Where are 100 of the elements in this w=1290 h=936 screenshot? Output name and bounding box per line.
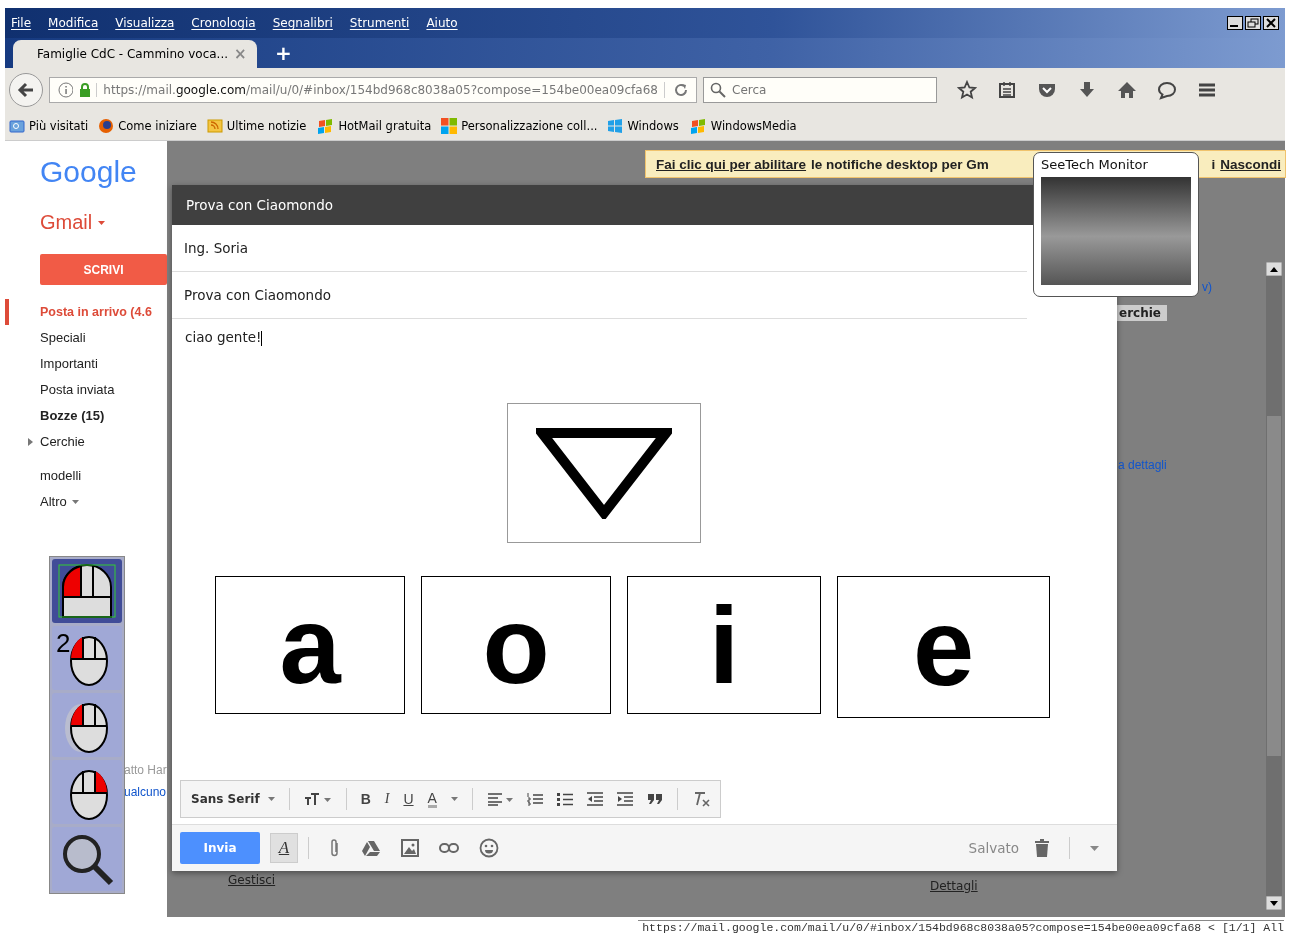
bookmark-item[interactable]: Personalizzazione coll... bbox=[441, 118, 598, 134]
letter-key[interactable]: a bbox=[215, 576, 405, 714]
scrollbar[interactable] bbox=[1266, 262, 1282, 910]
align-icon[interactable] bbox=[486, 792, 513, 806]
background-text: ualcuno bbox=[124, 785, 167, 799]
key-tile[interactable] bbox=[507, 403, 701, 543]
scroll-up-icon[interactable] bbox=[1266, 262, 1282, 276]
background-text: Gestisci bbox=[228, 873, 276, 887]
drive-icon[interactable] bbox=[361, 839, 381, 857]
google-logo: Google bbox=[40, 155, 137, 189]
triangle-icon bbox=[536, 427, 672, 519]
hide-link[interactable]: Nascondi bbox=[1220, 156, 1281, 172]
menu-item[interactable]: Strumenti bbox=[349, 16, 410, 30]
bookmark-item[interactable]: Windows bbox=[607, 118, 679, 134]
chat-icon[interactable] bbox=[1157, 80, 1177, 100]
info-icon bbox=[58, 82, 74, 98]
back-button[interactable] bbox=[9, 73, 43, 107]
bookmark-item[interactable]: WindowsMedia bbox=[688, 118, 797, 134]
numbered-list-icon[interactable] bbox=[526, 792, 543, 806]
popup-title: SeeTech Monitor bbox=[1041, 157, 1148, 172]
folder-icon bbox=[9, 119, 25, 133]
paperclip-icon[interactable] bbox=[329, 838, 341, 858]
caret-icon[interactable] bbox=[450, 797, 458, 801]
menu-item[interactable]: Visualizza bbox=[115, 16, 175, 30]
caret-icon bbox=[98, 220, 106, 225]
background-text: atto Har bbox=[124, 763, 167, 777]
rss-icon bbox=[206, 119, 223, 133]
background-text: Dettagli bbox=[930, 879, 978, 893]
letter-key[interactable]: o bbox=[421, 576, 611, 714]
status-url: https://mail.google.com/mail/u/0/#inbox/154bd968c8038a05?compose=154be00ea09cfa68 < [1/1] All bbox=[638, 920, 1284, 934]
menu-item[interactable]: Aiuto bbox=[426, 16, 458, 30]
subject-field[interactable]: Prova con Ciaomondo bbox=[172, 272, 1027, 319]
bookmark-item[interactable]: Come iniziare bbox=[98, 118, 197, 134]
trash-icon[interactable] bbox=[1035, 839, 1049, 857]
menu-item[interactable]: Modifica bbox=[48, 16, 99, 30]
link-icon[interactable] bbox=[439, 843, 459, 853]
more-options-icon[interactable] bbox=[1090, 845, 1099, 851]
message-body[interactable]: ciao gente! bbox=[172, 319, 276, 356]
bold-button[interactable]: B bbox=[360, 791, 371, 807]
search-icon bbox=[710, 82, 726, 98]
new-tab-button[interactable]: + bbox=[275, 41, 292, 65]
flag-icon bbox=[688, 118, 707, 134]
bulleted-list-icon[interactable] bbox=[556, 792, 573, 806]
bookmark-item[interactable]: HotMail gratuita bbox=[316, 118, 432, 134]
folder-item[interactable]: Importanti bbox=[5, 351, 167, 377]
search-field[interactable]: Cerca bbox=[703, 77, 937, 103]
formatting-toggle-button[interactable]: A bbox=[270, 833, 298, 863]
back-arrow-icon bbox=[17, 81, 35, 99]
background-text: a dettagli bbox=[1118, 458, 1167, 472]
folder-item[interactable]: Speciali bbox=[5, 325, 167, 351]
quote-icon[interactable] bbox=[646, 793, 663, 805]
expand-icon[interactable] bbox=[28, 438, 33, 446]
mouse-mode-button[interactable] bbox=[52, 827, 122, 891]
reading-list-icon[interactable] bbox=[997, 80, 1017, 100]
menu-item[interactable]: Segnalibri bbox=[272, 16, 333, 30]
outdent-icon[interactable] bbox=[586, 792, 603, 806]
menu-item[interactable]: Cronologia bbox=[191, 16, 256, 30]
mouse-mode-button[interactable] bbox=[52, 760, 122, 824]
gmail-menu[interactable]: Gmail bbox=[40, 211, 106, 234]
mouse-mode-button[interactable] bbox=[52, 693, 122, 757]
image-icon[interactable] bbox=[401, 839, 419, 857]
mouse-icon bbox=[57, 563, 117, 619]
saved-status: Salvato bbox=[968, 840, 1019, 856]
restore-icon[interactable] bbox=[1245, 16, 1261, 30]
folder-item[interactable]: Posta inviata bbox=[5, 377, 167, 403]
star-icon[interactable] bbox=[957, 80, 977, 100]
caret-icon bbox=[267, 797, 275, 801]
text-size-icon[interactable] bbox=[303, 792, 332, 806]
reload-icon[interactable] bbox=[663, 82, 688, 98]
home-icon[interactable] bbox=[1117, 80, 1137, 100]
minimize-icon[interactable] bbox=[1227, 16, 1243, 30]
notification-text: i bbox=[1211, 156, 1216, 172]
address-field[interactable]: https://mail.google.com/mail/u/0/#inbox/154bd968c8038a05?compose=154be00ea09cfa68 bbox=[49, 77, 697, 103]
text-color-button[interactable]: A bbox=[427, 790, 437, 808]
italic-button[interactable]: I bbox=[384, 791, 390, 807]
enable-notifications-link[interactable]: Fai clic qui per abilitare bbox=[656, 156, 807, 172]
caret-icon bbox=[71, 500, 79, 504]
recipient-field[interactable]: Ing. Soria bbox=[172, 225, 1027, 272]
font-dropdown[interactable]: Sans Serif bbox=[191, 792, 275, 806]
more-menu[interactable]: Altro bbox=[5, 489, 167, 515]
folder-item[interactable]: modelli bbox=[5, 463, 167, 489]
underline-button[interactable]: U bbox=[403, 791, 414, 807]
close-icon[interactable] bbox=[1263, 16, 1279, 30]
mouse-mode-button[interactable]: 2 bbox=[52, 626, 122, 690]
indent-icon[interactable] bbox=[616, 792, 633, 806]
scroll-down-icon[interactable] bbox=[1266, 896, 1282, 910]
folder-item[interactable]: Cerchie bbox=[5, 429, 167, 455]
menu-item[interactable]: File bbox=[11, 16, 32, 30]
windows-icon bbox=[607, 118, 624, 134]
letter-key[interactable]: i bbox=[627, 576, 821, 714]
folder-item[interactable]: Bozze (15) bbox=[5, 403, 167, 429]
bookmark-item[interactable]: Ultime notizie bbox=[206, 119, 307, 133]
notification-text: le notifiche desktop per Gm bbox=[811, 156, 989, 172]
mouse-mode-button[interactable] bbox=[52, 559, 122, 623]
browser-tab[interactable]: Famiglie CdC - Cammino voca... × bbox=[13, 40, 257, 68]
background-text: v) bbox=[1202, 280, 1212, 294]
flag-icon bbox=[316, 118, 335, 134]
bookmark-item[interactable]: Più visitati bbox=[9, 119, 89, 133]
letter-key[interactable]: e bbox=[837, 576, 1050, 718]
emoji-icon[interactable] bbox=[479, 838, 499, 858]
